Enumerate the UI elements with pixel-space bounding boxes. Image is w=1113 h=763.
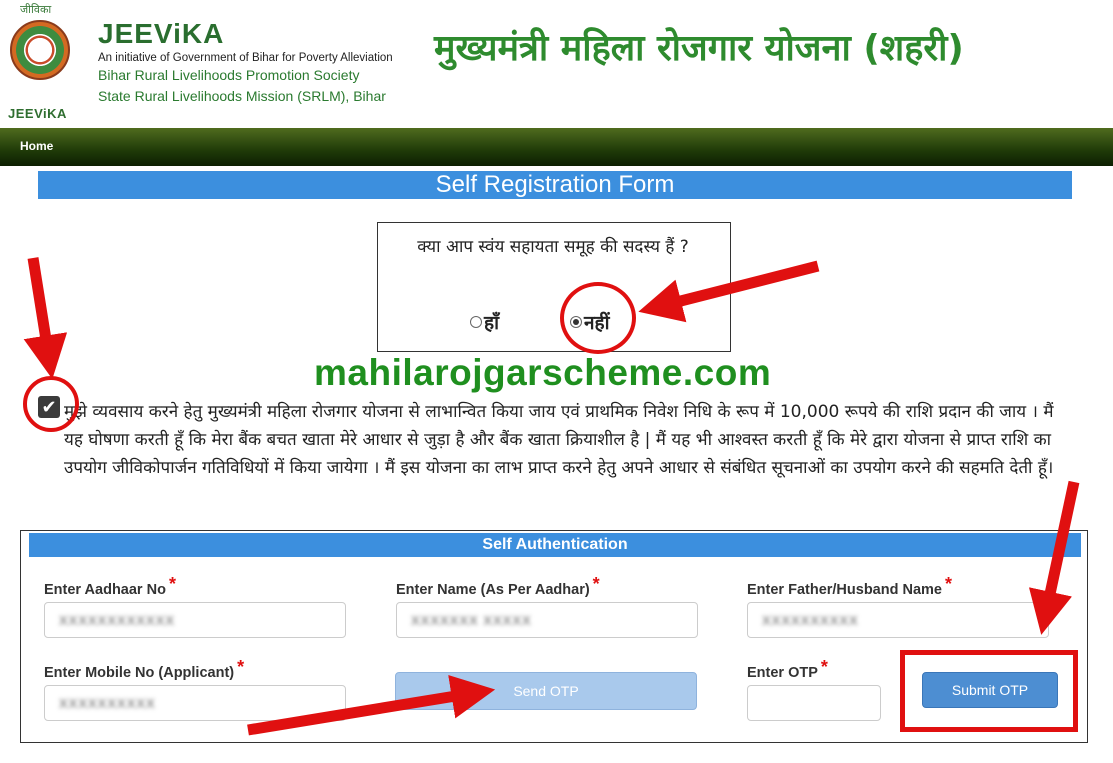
scheme-title: मुख्यमंत्री महिला रोजगार योजना (शहरी) <box>434 28 964 69</box>
logo-hindi-text: जीविका <box>20 3 52 16</box>
annotation-box-submit-otp <box>900 650 1078 732</box>
declaration-text: मुझे व्यवसाय करने हेतु मुख्यमंत्री महिला… <box>64 402 1054 478</box>
aadhaar-value: XXXXXXXXXXXX <box>59 612 176 628</box>
org-society-name: Bihar Rural Livelihoods Promotion Societ… <box>98 67 360 83</box>
aadhaar-input[interactable]: XXXXXXXXXXXX <box>44 602 346 638</box>
logo-emblem-icon <box>10 20 70 80</box>
otp-input[interactable] <box>747 685 881 721</box>
shg-question-box: क्या आप स्वंय सहायता समूह की सदस्य हैं ?… <box>377 222 731 352</box>
arrow-to-checkbox <box>23 257 68 380</box>
mobile-label-text: Enter Mobile No (Applicant) <box>44 665 235 681</box>
site-header: जीविका JEEViKA JEEViKA An initiative of … <box>0 0 1113 128</box>
father-husband-label-text: Enter Father/Husband Name <box>747 582 942 598</box>
required-mark: * <box>945 574 953 594</box>
required-mark: * <box>592 574 600 594</box>
father-husband-value: XXXXXXXXXX <box>762 612 859 628</box>
nav-bar: Home <box>0 128 1113 166</box>
name-input[interactable]: XXXXXXX XXXXX <box>396 602 698 638</box>
form-title: Self Registration Form <box>38 171 1072 199</box>
nav-home-link[interactable]: Home <box>20 139 53 153</box>
otp-label-text: Enter OTP <box>747 665 818 681</box>
org-tagline: An initiative of Government of Bihar for… <box>98 52 393 64</box>
required-mark: * <box>168 574 176 594</box>
name-value: XXXXXXX XXXXX <box>411 612 532 628</box>
mobile-value: XXXXXXXXXX <box>59 695 156 711</box>
otp-label: Enter OTP * <box>747 657 828 682</box>
shg-option-yes[interactable]: हाँ <box>470 309 499 335</box>
org-mission-name: State Rural Livelihoods Mission (SRLM), … <box>98 88 386 104</box>
required-mark: * <box>237 657 245 677</box>
send-otp-button[interactable]: Send OTP <box>395 672 697 710</box>
annotation-circle-checkbox <box>23 376 79 432</box>
aadhaar-label-text: Enter Aadhaar No <box>44 582 166 598</box>
self-authentication-title: Self Authentication <box>29 533 1081 557</box>
father-husband-label: Enter Father/Husband Name * <box>747 574 952 599</box>
jeevika-logo: जीविका JEEViKA <box>6 2 88 126</box>
annotation-circle-no-option <box>560 282 636 354</box>
required-mark: * <box>820 657 828 677</box>
aadhaar-label: Enter Aadhaar No * <box>44 574 176 599</box>
mobile-input[interactable]: XXXXXXXXXX <box>44 685 346 721</box>
logo-brand-text: JEEViKA <box>8 106 67 121</box>
org-name: JEEViKA <box>98 18 225 49</box>
shg-question-text: क्या आप स्वंय सहायता समूह की सदस्य हैं ? <box>417 237 689 257</box>
name-label: Enter Name (As Per Aadhar) * <box>396 574 600 599</box>
site-watermark: mahilarojgarscheme.com <box>314 352 772 393</box>
father-husband-input[interactable]: XXXXXXXXXX <box>747 602 1049 638</box>
shg-option-yes-label: हाँ <box>484 312 500 334</box>
name-label-text: Enter Name (As Per Aadhar) <box>396 582 590 598</box>
radio-unchecked-icon[interactable] <box>470 316 482 328</box>
mobile-label: Enter Mobile No (Applicant) * <box>44 657 244 682</box>
